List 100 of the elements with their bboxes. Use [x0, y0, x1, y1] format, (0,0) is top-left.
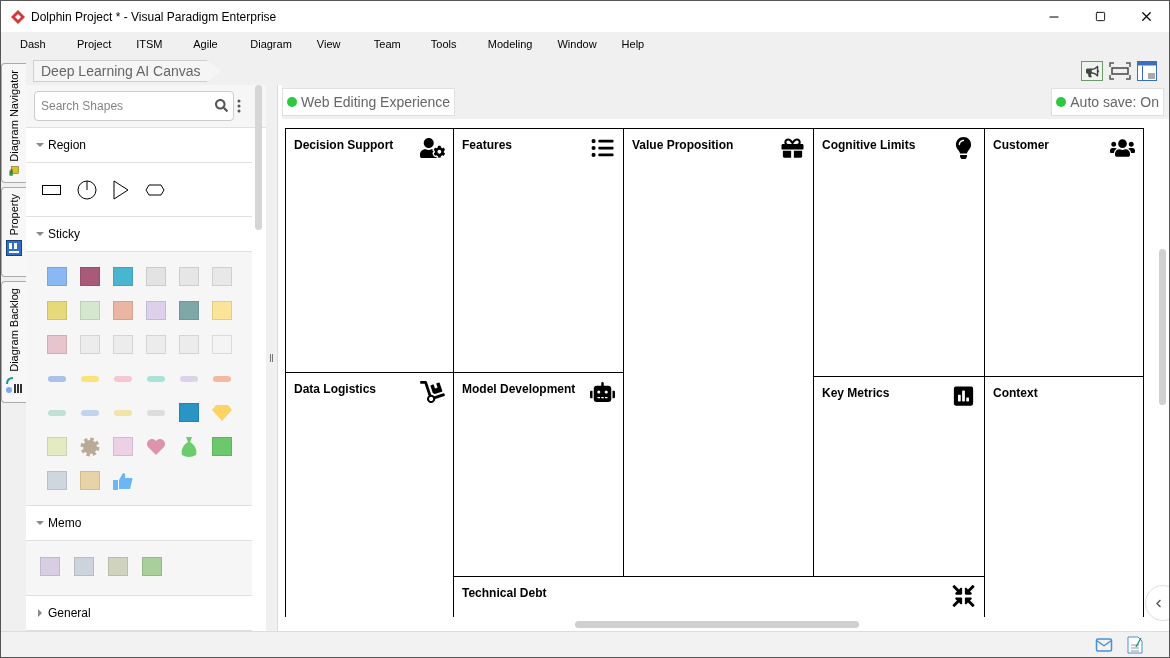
block-title: Cognitive Limits: [822, 137, 916, 153]
sticky-note-icon[interactable]: [80, 301, 100, 320]
app-logo-icon: [11, 9, 25, 24]
sticky-note-icon[interactable]: [212, 335, 232, 354]
tape-icon[interactable]: [48, 409, 66, 416]
chevron-left-icon: [1154, 598, 1163, 608]
sticky-note-icon[interactable]: [146, 335, 166, 354]
compress-icon: [951, 585, 976, 607]
fit-width-icon[interactable]: [1109, 62, 1131, 80]
sticky-note-icon[interactable]: [113, 301, 133, 320]
sticky-note-icon[interactable]: [212, 267, 232, 286]
tape-icon[interactable]: [213, 375, 231, 382]
mail-icon[interactable]: [1095, 635, 1113, 654]
circle-shape-icon[interactable]: [77, 179, 97, 200]
sticky-note-icon[interactable]: [113, 267, 133, 286]
block-title: Features: [462, 137, 513, 153]
bar-chart-icon: [951, 385, 976, 407]
menu-item[interactable]: Project: [70, 36, 119, 53]
vertical-scrollbar-thumb[interactable]: [1159, 249, 1166, 405]
block-title: Value Proposition: [632, 137, 734, 153]
caret-icon: [36, 230, 44, 238]
block-title: Technical Debt: [462, 585, 547, 601]
window-title: Dolphin Project * - Visual Paradigm Enterprise: [31, 8, 277, 26]
block-title: Customer: [993, 137, 1049, 153]
tape-icon[interactable]: [114, 409, 132, 416]
menu-item[interactable]: Diagram: [243, 36, 299, 53]
block-title: Context: [993, 385, 1038, 401]
tape-icon[interactable]: [180, 375, 198, 382]
menu-item[interactable]: Modeling: [480, 36, 540, 53]
hand-truck-icon: [420, 381, 445, 403]
more-options-icon[interactable]: [237, 99, 241, 113]
memo-note-icon[interactable]: [142, 557, 162, 576]
triangle-shape-icon[interactable]: [113, 179, 129, 200]
diamond-icon[interactable]: [212, 404, 232, 421]
sticky-note-icon[interactable]: [179, 301, 199, 320]
side-tab[interactable]: Diagram Navigator: [1, 63, 26, 183]
memo-note-icon[interactable]: [108, 557, 128, 576]
tape-icon[interactable]: [147, 375, 165, 382]
web-editing-badge[interactable]: Web Editing Experience: [282, 88, 456, 116]
sticky-note-icon[interactable]: [113, 335, 133, 354]
menu-item[interactable]: Agile: [186, 36, 233, 53]
money-bag-icon[interactable]: [180, 436, 198, 457]
sticky-note-icon[interactable]: [212, 301, 232, 320]
side-tab[interactable]: Property: [1, 187, 26, 277]
breadcrumb[interactable]: Deep Learning AI Canvas: [33, 60, 222, 82]
sticky-note-icon[interactable]: [179, 335, 199, 354]
backlog-icon: [5, 375, 23, 394]
splitter-handle-icon[interactable]: [270, 354, 273, 362]
scrollbar-thumb[interactable]: [255, 85, 262, 230]
auto-save-badge[interactable]: Auto save: On: [1051, 88, 1164, 116]
block-title: Key Metrics: [822, 385, 890, 401]
tape-icon[interactable]: [81, 409, 99, 416]
tape-icon[interactable]: [48, 375, 66, 382]
hexagon-shape-icon[interactable]: [145, 183, 165, 196]
property-sheet-icon: [6, 239, 22, 256]
caret-icon: [36, 141, 44, 149]
user-gear-icon: [420, 137, 445, 159]
block-title: Model Development: [462, 381, 576, 397]
menu-item[interactable]: Team: [366, 36, 413, 53]
thumbs-up-icon[interactable]: [113, 471, 133, 490]
tape-icon[interactable]: [147, 409, 165, 416]
sticky-note-icon[interactable]: [47, 335, 67, 354]
side-tab-label: Diagram Backlog: [6, 288, 21, 372]
announcement-button[interactable]: [1081, 61, 1103, 81]
caret-icon: [36, 519, 44, 527]
menu-item[interactable]: Window: [550, 36, 604, 53]
menu-item[interactable]: ITSM: [129, 36, 176, 53]
search-field[interactable]: Search Shapes: [34, 91, 234, 121]
menu-item[interactable]: Tools: [423, 36, 470, 53]
sticky-note-icon[interactable]: [80, 267, 100, 286]
sticky-note-icon[interactable]: [47, 267, 67, 286]
side-tab-label: Property: [6, 194, 21, 236]
layout-panel-icon[interactable]: [1137, 61, 1157, 81]
horizontal-scrollbar-thumb[interactable]: [575, 620, 859, 628]
tape-icon[interactable]: [114, 375, 132, 382]
menu-item[interactable]: View: [309, 36, 356, 53]
menu-item[interactable]: Dash: [13, 36, 59, 53]
users-icon: [1110, 137, 1135, 159]
rectangle-shape-icon[interactable]: [42, 184, 61, 195]
sticky-note-icon[interactable]: [80, 335, 100, 354]
document-icon[interactable]: [47, 437, 67, 456]
notes-icon[interactable]: [1127, 635, 1143, 654]
robot-icon: [590, 381, 615, 403]
side-tab[interactable]: Diagram Backlog: [1, 281, 26, 403]
sticky-note-icon[interactable]: [146, 301, 166, 320]
memo-note-icon[interactable]: [40, 557, 60, 576]
list-icon: [590, 137, 615, 159]
search-icon[interactable]: [215, 99, 228, 112]
block-title: Data Logistics: [294, 381, 377, 397]
side-tab-label: Diagram Navigator: [6, 70, 21, 162]
memo-note-icon[interactable]: [74, 557, 94, 576]
caret-icon: [36, 609, 44, 617]
menu-item[interactable]: Help: [614, 36, 661, 53]
heart-icon[interactable]: [146, 437, 166, 456]
maximize-icon[interactable]: [1094, 11, 1106, 22]
sticky-note-icon[interactable]: [146, 267, 166, 286]
sticky-note-icon[interactable]: [47, 301, 67, 320]
sticky-note-icon[interactable]: [179, 267, 199, 286]
gear-icon[interactable]: [80, 436, 100, 457]
tape-icon[interactable]: [81, 375, 99, 382]
